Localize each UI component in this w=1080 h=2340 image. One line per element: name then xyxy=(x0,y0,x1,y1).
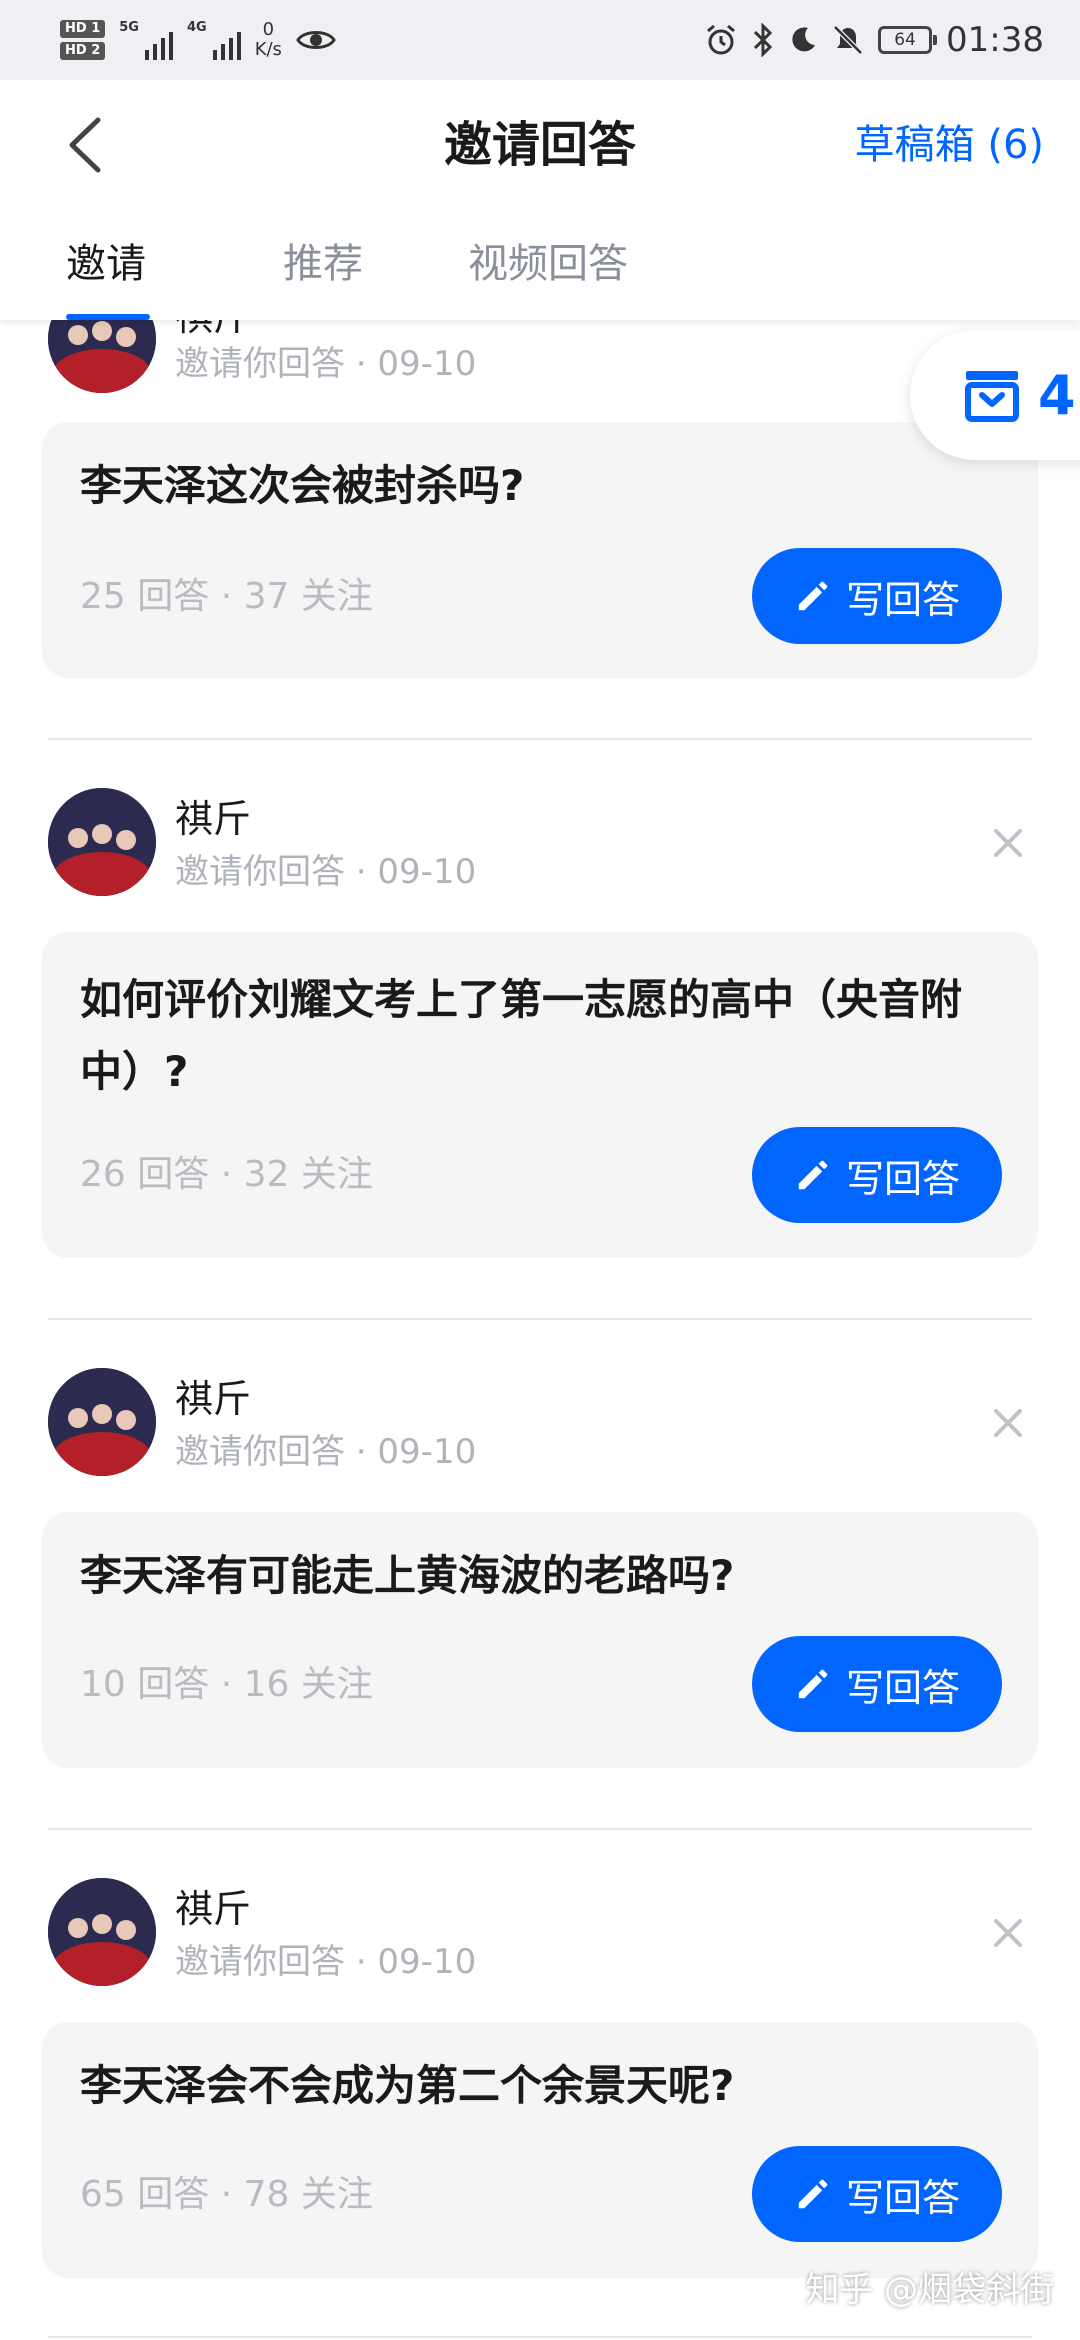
clock: 01:38 xyxy=(946,20,1044,60)
write-answer-button[interactable]: 写回答 xyxy=(752,1636,1002,1732)
question-title[interactable]: 如何评价刘耀文考上了第一志愿的高中（央音附中）? xyxy=(80,964,1000,1108)
question-card[interactable]: 李天泽这次会被封杀吗? 25 回答 · 37 关注 写回答 xyxy=(42,422,1038,678)
question-title[interactable]: 李天泽有可能走上黄海波的老路吗? xyxy=(80,1540,1000,1612)
question-title[interactable]: 李天泽这次会被封杀吗? xyxy=(80,450,1000,522)
hd-indicator: HD 1 HD 2 xyxy=(60,20,106,60)
inviter-name[interactable]: 祺斤 xyxy=(175,796,251,842)
inviter-name[interactable]: 祺斤 xyxy=(175,1376,251,1422)
net-speed: 0 K/s xyxy=(255,20,282,60)
write-answer-label: 写回答 xyxy=(845,577,960,622)
write-answer-label: 写回答 xyxy=(845,1156,960,1201)
question-stats: 25 回答 · 37 关注 xyxy=(80,576,373,617)
tab-video-answer[interactable]: 视频回答 xyxy=(468,236,628,292)
write-answer-button[interactable]: 写回答 xyxy=(752,548,1002,644)
active-tab-indicator xyxy=(66,314,150,320)
status-bar: HD 1 HD 2 5G 4G 0 K/s 64 01:38 xyxy=(0,0,1080,80)
question-card[interactable]: 李天泽会不会成为第二个余景天呢? 65 回答 · 78 关注 写回答 xyxy=(42,2022,1038,2278)
question-stats: 26 回答 · 32 关注 xyxy=(80,1154,373,1195)
alarm-icon xyxy=(707,24,735,55)
write-answer-label: 写回答 xyxy=(845,2175,960,2220)
tab-bar: 邀请 推荐 视频回答 xyxy=(0,210,1080,320)
net-5g-label: 5G xyxy=(119,20,139,35)
signal-5g-icon: 5G xyxy=(119,20,173,60)
question-stats: 65 回答 · 78 关注 xyxy=(80,2174,373,2215)
pencil-icon xyxy=(798,1160,828,1190)
divider xyxy=(48,1318,1032,1320)
avatar[interactable] xyxy=(48,788,156,896)
mute-bell-icon xyxy=(833,25,863,55)
moon-icon xyxy=(792,27,816,52)
close-icon[interactable] xyxy=(988,823,1028,863)
invite-meta: 邀请你回答 · 09-10 xyxy=(175,1432,477,1472)
pencil-icon xyxy=(798,2179,828,2209)
battery-level: 64 xyxy=(894,30,916,50)
write-answer-button[interactable]: 写回答 xyxy=(752,1127,1002,1223)
pencil-icon xyxy=(798,1669,828,1699)
question-card[interactable]: 李天泽有可能走上黄海波的老路吗? 10 回答 · 16 关注 写回答 xyxy=(42,1512,1038,1768)
status-left: HD 1 HD 2 5G 4G 0 K/s xyxy=(60,8,336,72)
inbox-count: 4 xyxy=(1038,363,1076,427)
bluetooth-icon xyxy=(753,23,773,57)
inviter-name[interactable]: 祺斤 xyxy=(175,1886,251,1932)
signal-4g-icon: 4G xyxy=(187,20,241,60)
tab-recommend[interactable]: 推荐 xyxy=(283,236,363,292)
inbox-float-button[interactable]: 4 xyxy=(910,330,1080,460)
tab-invite[interactable]: 邀请 xyxy=(66,236,146,292)
net-speed-value: 0 xyxy=(262,19,275,40)
battery-icon: 64 xyxy=(878,26,938,54)
close-icon[interactable] xyxy=(988,1403,1028,1443)
write-answer-label: 写回答 xyxy=(845,1665,960,1710)
hd-bottom-label: HD 2 xyxy=(60,42,106,60)
status-right: 64 01:38 xyxy=(704,8,1044,72)
question-title[interactable]: 李天泽会不会成为第二个余景天呢? xyxy=(80,2050,1000,2122)
invite-meta: 邀请你回答 · 09-10 xyxy=(175,1942,477,1982)
avatar[interactable] xyxy=(48,1878,156,1986)
hd-top-label: HD 1 xyxy=(60,20,106,38)
drafts-button[interactable]: 草稿箱 (6) xyxy=(855,110,1044,180)
question-card[interactable]: 如何评价刘耀文考上了第一志愿的高中（央音附中）? 26 回答 · 32 关注 写… xyxy=(42,932,1038,1258)
net-4g-label: 4G xyxy=(186,20,207,35)
divider xyxy=(48,1828,1032,1830)
write-answer-button[interactable]: 写回答 xyxy=(752,2146,1002,2242)
close-icon[interactable] xyxy=(988,1913,1028,1953)
inbox-icon xyxy=(965,371,1019,422)
watermark: 知乎 @烟袋斜街 xyxy=(805,2270,1054,2310)
eye-icon xyxy=(296,31,336,49)
invite-meta: 邀请你回答 · 09-10 xyxy=(175,852,477,892)
divider xyxy=(48,2336,1032,2338)
nav-bar: 邀请回答 草稿箱 (6) xyxy=(0,80,1080,210)
avatar[interactable] xyxy=(48,1368,156,1476)
invite-meta: 邀请你回答 · 09-10 xyxy=(175,344,477,384)
pencil-icon xyxy=(798,581,828,611)
divider xyxy=(48,738,1032,740)
question-stats: 10 回答 · 16 关注 xyxy=(80,1664,373,1705)
net-speed-unit: K/s xyxy=(254,39,282,60)
